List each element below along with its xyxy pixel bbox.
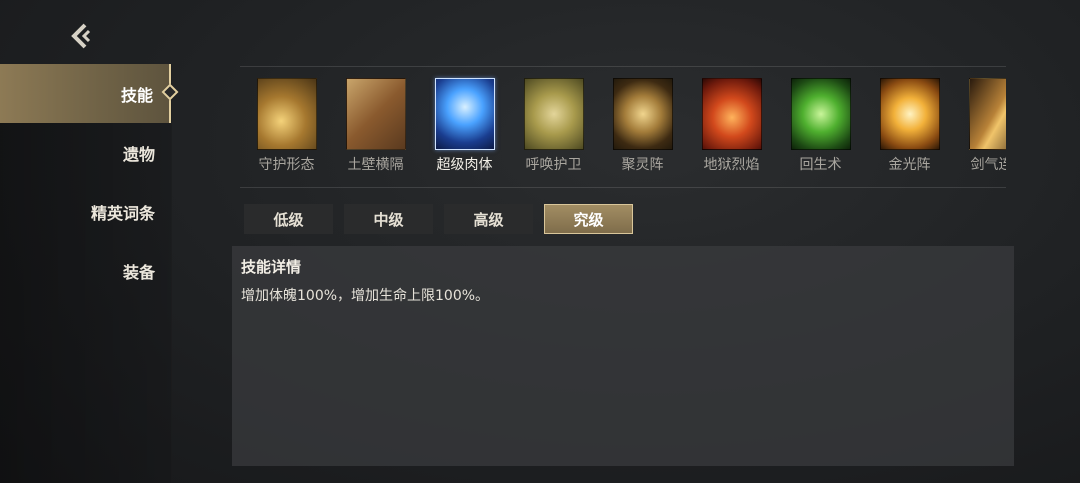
- skill-item[interactable]: 金光阵: [865, 78, 954, 174]
- tier-tab-high[interactable]: 高级: [444, 204, 533, 234]
- skill-detail-panel: 技能详情 增加体魄100%，增加生命上限100%。: [232, 246, 1014, 466]
- sidebar-item-relics[interactable]: 遗物: [0, 123, 171, 182]
- skill-item[interactable]: 剑气连斩: [954, 78, 1006, 174]
- skill-item[interactable]: 地狱烈焰: [687, 78, 776, 174]
- skill-list: 守护形态 土壁横隔 超级肉体 呼唤护卫 聚灵阵 地狱烈焰 回生术 金光阵 剑气: [240, 66, 1006, 188]
- sidebar-item-equipment[interactable]: 装备: [0, 241, 171, 300]
- sidebar-item-label: 遗物: [122, 144, 155, 164]
- blue-titan-icon: [434, 78, 495, 150]
- skill-item[interactable]: 土壁横隔: [331, 78, 420, 174]
- tier-tab-ultimate[interactable]: 究级: [544, 204, 633, 234]
- golden-light-icon: [879, 78, 940, 150]
- hell-flame-icon: [701, 78, 762, 150]
- back-arrow-icon: [71, 23, 91, 49]
- active-indicator-icon: [161, 83, 179, 101]
- sidebar-item-elite-affixes[interactable]: 精英词条: [0, 182, 171, 241]
- sidebar-item-label: 精英词条: [90, 203, 155, 223]
- skill-item[interactable]: 回生术: [776, 78, 865, 174]
- tier-tab-low[interactable]: 低级: [244, 204, 333, 234]
- back-button[interactable]: [64, 18, 100, 54]
- sidebar-item-skills[interactable]: 技能: [0, 64, 179, 123]
- spirit-circle-icon: [612, 78, 673, 150]
- revive-icon: [790, 78, 851, 150]
- summon-guard-icon: [523, 78, 584, 150]
- sword-slash-icon: [968, 78, 1006, 150]
- golden-wind-icon: [256, 78, 317, 150]
- skill-item[interactable]: 聚灵阵: [598, 78, 687, 174]
- tier-tabs: 低级 中级 高级 究级: [244, 204, 633, 234]
- detail-description: 增加体魄100%，增加生命上限100%。: [241, 288, 490, 304]
- detail-title: 技能详情: [241, 258, 302, 276]
- category-sidebar: 技能 遗物 精英词条 装备: [0, 64, 179, 483]
- skill-item-selected[interactable]: 超级肉体: [420, 78, 509, 174]
- sidebar-item-label: 技能: [120, 85, 153, 105]
- earth-wall-icon: [345, 78, 406, 150]
- tier-tab-mid[interactable]: 中级: [344, 204, 433, 234]
- skill-item[interactable]: 守护形态: [242, 78, 331, 174]
- sidebar-item-label: 装备: [122, 262, 155, 282]
- skill-item[interactable]: 呼唤护卫: [509, 78, 598, 174]
